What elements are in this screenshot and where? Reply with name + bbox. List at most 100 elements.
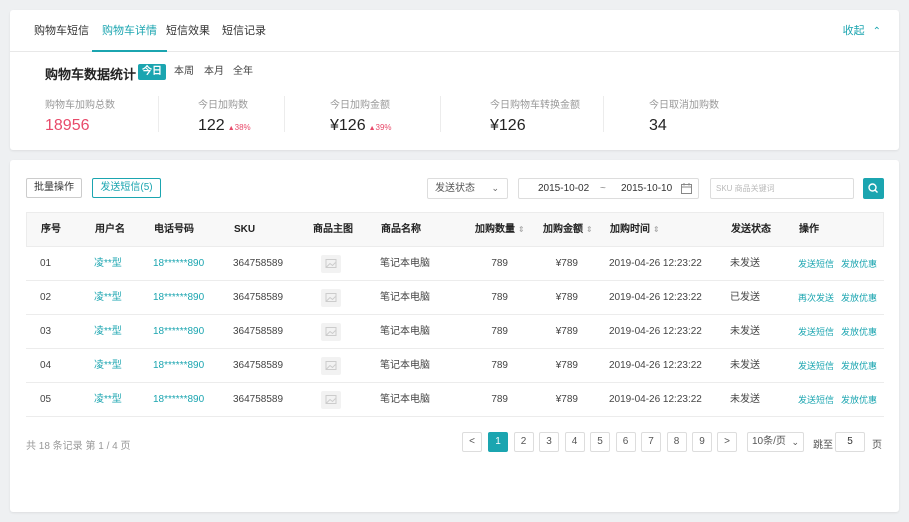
page-button-4[interactable]: 4 bbox=[564, 432, 585, 452]
page-button-8[interactable]: 8 bbox=[666, 432, 687, 452]
goto-page-input[interactable]: 5 bbox=[835, 432, 865, 452]
col-phone: 电话号码 bbox=[154, 224, 194, 235]
stat-today-amount: 今日加购金额 ¥126 ▲39% bbox=[330, 96, 392, 135]
cell-user-link[interactable]: 凌**型 bbox=[94, 247, 122, 281]
stat-value: ¥126 bbox=[490, 117, 526, 134]
cell-product-name: 笔记本电脑 bbox=[380, 360, 430, 371]
stat-delta: ▲38% bbox=[228, 123, 251, 132]
cell-phone-link[interactable]: 18******890 bbox=[153, 383, 204, 417]
stat-value-wrap: 122 ▲38% bbox=[198, 117, 251, 135]
page-button-7[interactable]: 7 bbox=[641, 432, 661, 452]
issue-coupon-link[interactable]: 发放优惠 bbox=[841, 247, 877, 281]
stat-cancel-adds: 今日取消加购数 34 bbox=[649, 96, 719, 135]
sort-icon: ⇕ bbox=[518, 225, 525, 234]
date-range-picker[interactable]: 2015-10-02 ~ 2015-10-10 bbox=[518, 178, 699, 199]
search-input[interactable]: SKU 商品关键词 bbox=[710, 178, 854, 199]
stat-conversion-amount: 今日购物车转换金额 ¥126 bbox=[490, 96, 580, 135]
cell-user-link[interactable]: 凌**型 bbox=[94, 281, 122, 315]
page-button-3[interactable]: 3 bbox=[539, 432, 559, 452]
cell-no: 05 bbox=[40, 394, 52, 405]
col-time-label: 加购时间 bbox=[610, 224, 650, 235]
send-sms-link[interactable]: 再次发送 bbox=[798, 281, 834, 315]
cell-phone-link[interactable]: 18******890 bbox=[153, 281, 204, 315]
col-actions: 操作 bbox=[799, 224, 819, 235]
prev-page-button[interactable]: < bbox=[462, 432, 482, 452]
issue-coupon-link[interactable]: 发放优惠 bbox=[841, 281, 877, 315]
cell-user-link[interactable]: 凌**型 bbox=[94, 349, 122, 383]
page-button-6[interactable]: 6 bbox=[615, 432, 636, 452]
page-button-5[interactable]: 5 bbox=[590, 432, 610, 452]
cell-time: 2019-04-26 12:23:22 bbox=[609, 326, 702, 337]
product-image-placeholder bbox=[321, 289, 341, 307]
page-size-select[interactable]: 10条/页 ⌄ bbox=[747, 432, 804, 452]
next-page-button[interactable]: > bbox=[717, 432, 737, 452]
cell-qty: 789 bbox=[491, 292, 508, 303]
issue-coupon-link[interactable]: 发放优惠 bbox=[841, 315, 877, 349]
table-row: 02 凌**型 18******890 364758589 笔记本电脑 789 ¥789 20… bbox=[26, 281, 884, 315]
search-button[interactable] bbox=[863, 178, 884, 199]
cell-phone-link[interactable]: 18******890 bbox=[153, 315, 204, 349]
calendar-icon bbox=[681, 183, 692, 194]
tab-cart-sms[interactable]: 购物车短信 bbox=[24, 10, 99, 52]
batch-operation-button[interactable]: 批量操作 bbox=[26, 178, 82, 198]
cell-product-name: 笔记本电脑 bbox=[380, 292, 430, 303]
cell-sku: 364758589 bbox=[233, 292, 284, 303]
send-sms-button[interactable]: 发送短信(5) bbox=[92, 178, 161, 198]
cell-user-link[interactable]: 凌**型 bbox=[94, 315, 122, 349]
cell-phone-link[interactable]: 18******890 bbox=[153, 349, 204, 383]
period-year[interactable]: 全年 bbox=[229, 64, 257, 80]
cell-amount: ¥789 bbox=[555, 326, 578, 337]
collapse-button[interactable]: 收起 ⌃ bbox=[843, 10, 881, 52]
tab-sms-records[interactable]: 短信记录 bbox=[212, 10, 276, 52]
stat-label: 今日加购数 bbox=[198, 100, 248, 111]
send-sms-link[interactable]: 发送短信 bbox=[798, 247, 834, 281]
cell-product-name: 笔记本电脑 bbox=[380, 258, 430, 269]
cell-sku: 364758589 bbox=[233, 258, 284, 269]
search-icon bbox=[868, 183, 878, 193]
send-sms-link[interactable]: 发送短信 bbox=[798, 315, 834, 349]
image-icon bbox=[325, 259, 337, 268]
table-body: 01 凌**型 18******890 364758589 笔记本电脑 789 ¥789 20… bbox=[26, 247, 884, 417]
product-image-placeholder bbox=[321, 323, 341, 341]
page-size-value: 10条/页 bbox=[752, 436, 786, 447]
page-button-2[interactable]: 2 bbox=[513, 432, 534, 452]
date-to: 2015-10-10 bbox=[621, 183, 673, 194]
product-image-placeholder bbox=[321, 391, 341, 409]
stat-delta-value: 38% bbox=[234, 123, 251, 132]
stat-value-wrap: ¥126 ▲39% bbox=[330, 117, 392, 135]
image-icon bbox=[325, 395, 337, 404]
send-sms-link[interactable]: 发送短信 bbox=[798, 349, 834, 383]
cart-detail-panel: 批量操作 发送短信(5) 发送状态 ⌄ 2015-10-02 ~ 2015-10… bbox=[10, 160, 899, 512]
image-icon bbox=[325, 361, 337, 370]
tab-sms-effect[interactable]: 短信效果 bbox=[156, 10, 220, 52]
stat-divider bbox=[440, 96, 441, 132]
period-week[interactable]: 本周 bbox=[170, 64, 198, 80]
page-button-1[interactable]: 1 bbox=[488, 432, 508, 452]
arrow-up-icon: ▲ bbox=[227, 125, 235, 132]
table-header: 序号 用户名 电话号码 SKU 商品主图 商品名称 加购数量 ⇕ 加购金额 ⇕ 加购… bbox=[26, 212, 884, 247]
stat-label: 今日购物车转换金额 bbox=[490, 100, 580, 111]
cell-phone-link[interactable]: 18******890 bbox=[153, 247, 204, 281]
cell-amount: ¥789 bbox=[555, 394, 578, 405]
tab-bar: 购物车短信 购物车详情 短信效果 短信记录 收起 ⌃ bbox=[10, 10, 899, 52]
period-today[interactable]: 今日 bbox=[138, 64, 166, 80]
col-time[interactable]: 加购时间 ⇕ bbox=[610, 213, 660, 246]
date-separator: ~ bbox=[600, 183, 606, 194]
issue-coupon-link[interactable]: 发放优惠 bbox=[841, 349, 877, 383]
send-sms-link[interactable]: 发送短信 bbox=[798, 383, 834, 417]
issue-coupon-link[interactable]: 发放优惠 bbox=[841, 383, 877, 417]
col-qty[interactable]: 加购数量 ⇕ bbox=[475, 213, 525, 246]
cell-status: 未发送 bbox=[730, 258, 760, 269]
period-month[interactable]: 本月 bbox=[200, 64, 228, 80]
send-status-select[interactable]: 发送状态 ⌄ bbox=[427, 178, 508, 199]
table-row: 05 凌**型 18******890 364758589 笔记本电脑 789 ¥789 20… bbox=[26, 383, 884, 417]
page-button-9[interactable]: 9 bbox=[692, 432, 712, 452]
stat-value: 34 bbox=[649, 117, 667, 134]
cell-status: 未发送 bbox=[730, 326, 760, 337]
stat-label: 今日加购金额 bbox=[330, 100, 390, 111]
stat-divider bbox=[158, 96, 159, 132]
cell-time: 2019-04-26 12:23:22 bbox=[609, 292, 702, 303]
cell-no: 01 bbox=[40, 258, 52, 269]
cell-user-link[interactable]: 凌**型 bbox=[94, 383, 122, 417]
col-amount[interactable]: 加购金额 ⇕ bbox=[543, 213, 593, 246]
